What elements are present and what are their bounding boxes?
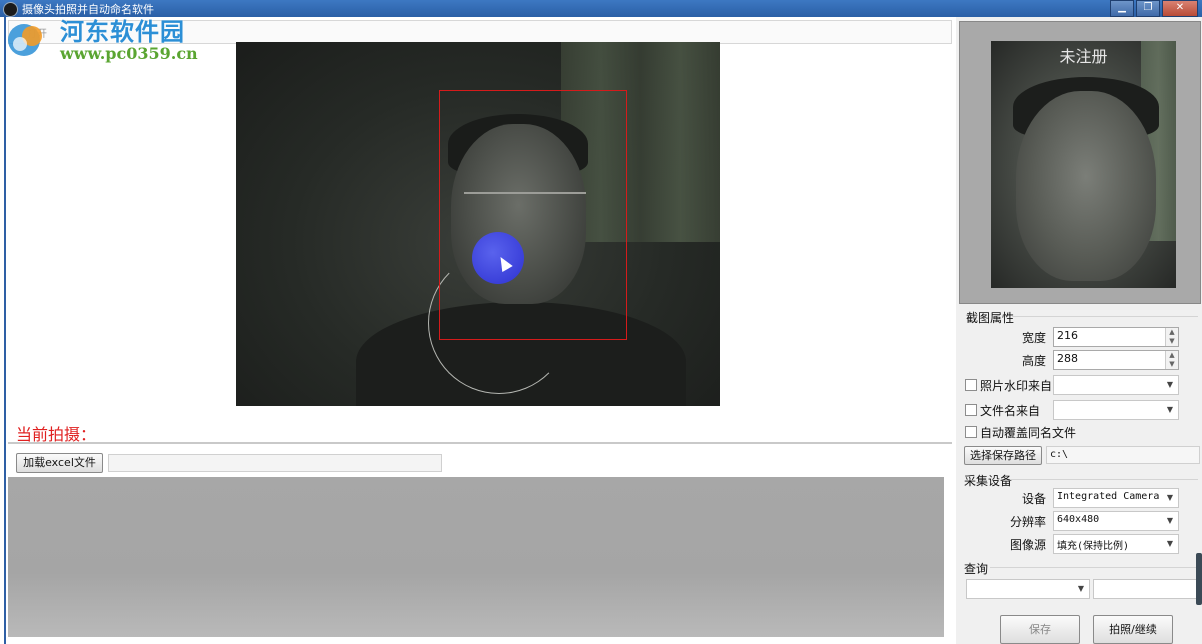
chevron-down-icon: ▼ xyxy=(1166,539,1174,548)
watermark-logo-icon xyxy=(8,24,42,56)
watermark-site-url: www.pc0359.cn xyxy=(60,44,198,63)
watermark-site-name: 河东软件园 xyxy=(60,17,185,46)
width-spin-arrows-icon[interactable]: ▲ ▼ xyxy=(1165,328,1178,346)
crop-group-line xyxy=(1012,316,1198,317)
device-select[interactable]: Integrated Camera ▼ xyxy=(1053,488,1179,508)
resolution-select[interactable]: 640x480 ▼ xyxy=(1053,511,1179,531)
capture-group-line xyxy=(1010,479,1198,480)
data-grid[interactable] xyxy=(8,477,944,637)
maximize-button[interactable]: ❐ xyxy=(1136,0,1160,17)
query-group-line xyxy=(990,567,1198,568)
face-detection-box[interactable] xyxy=(439,90,627,340)
resolution-value: 640x480 xyxy=(1057,514,1100,525)
minimize-button[interactable]: ▁ xyxy=(1110,0,1134,17)
watermark-from-select[interactable]: ▼ xyxy=(1053,375,1179,395)
chevron-down-icon: ▼ xyxy=(1077,584,1085,593)
overwrite-checkbox[interactable] xyxy=(965,426,977,438)
load-excel-button[interactable]: 加载excel文件 xyxy=(16,453,103,473)
width-value: 216 xyxy=(1057,329,1078,342)
preview-subject-face xyxy=(1016,91,1156,281)
chevron-down-icon: ▼ xyxy=(1166,493,1174,502)
query-text-input[interactable] xyxy=(1093,579,1198,599)
excel-path-field[interactable] xyxy=(108,454,442,472)
watermark-from-label: 照片水印来自 xyxy=(980,379,1053,393)
height-spinbox[interactable]: 288 ▲ ▼ xyxy=(1053,350,1179,370)
chevron-down-icon: ▼ xyxy=(1166,405,1174,414)
capture-group-label: 采集设备 xyxy=(964,474,1013,488)
save-path-value: c:\ xyxy=(1050,449,1069,460)
crop-group-label: 截图属性 xyxy=(966,311,1015,325)
captured-photo-preview: 未注册 xyxy=(991,41,1176,288)
close-button[interactable]: ✕ xyxy=(1162,0,1198,17)
overwrite-label: 自动覆盖同名文件 xyxy=(980,426,1077,440)
image-source-select[interactable]: 填充(保持比例) ▼ xyxy=(1053,534,1179,554)
resolution-label: 分辨率 xyxy=(1009,515,1046,529)
image-source-label: 图像源 xyxy=(1009,538,1046,552)
app-camera-icon xyxy=(3,2,18,17)
section-divider xyxy=(8,442,952,444)
height-label: 高度 xyxy=(1021,354,1046,368)
query-field-select[interactable]: ▼ xyxy=(966,579,1090,599)
save-path-field[interactable]: c:\ xyxy=(1046,446,1200,464)
height-spin-arrows-icon[interactable]: ▲ ▼ xyxy=(1165,351,1178,369)
image-source-value: 填充(保持比例) xyxy=(1057,541,1130,552)
camera-live-view[interactable] xyxy=(236,42,720,406)
choose-save-path-button[interactable]: 选择保存路径 xyxy=(964,446,1042,465)
filename-from-select[interactable]: ▼ xyxy=(1053,400,1179,420)
width-label: 宽度 xyxy=(1021,331,1046,345)
filename-from-label: 文件名来自 xyxy=(980,404,1041,418)
width-spinbox[interactable]: 216 ▲ ▼ xyxy=(1053,327,1179,347)
filename-from-checkbox[interactable] xyxy=(965,404,977,416)
device-value: Integrated Camera xyxy=(1057,491,1160,502)
panel-scroll-handle[interactable] xyxy=(1196,553,1202,605)
watermark-from-checkbox[interactable] xyxy=(965,379,977,391)
window-controls: ▁ ❐ ✕ xyxy=(1108,0,1198,17)
shoot-continue-button[interactable]: 拍照/继续 xyxy=(1093,615,1173,644)
chevron-down-icon: ▼ xyxy=(1166,516,1174,525)
device-label: 设备 xyxy=(1021,492,1046,506)
height-value: 288 xyxy=(1057,352,1078,365)
window-left-border xyxy=(4,17,6,644)
save-button[interactable]: 保存 xyxy=(1000,615,1080,644)
unregistered-overlay: 未注册 xyxy=(1059,47,1108,66)
query-group-label: 查询 xyxy=(964,562,989,576)
chevron-down-icon: ▼ xyxy=(1166,380,1174,389)
